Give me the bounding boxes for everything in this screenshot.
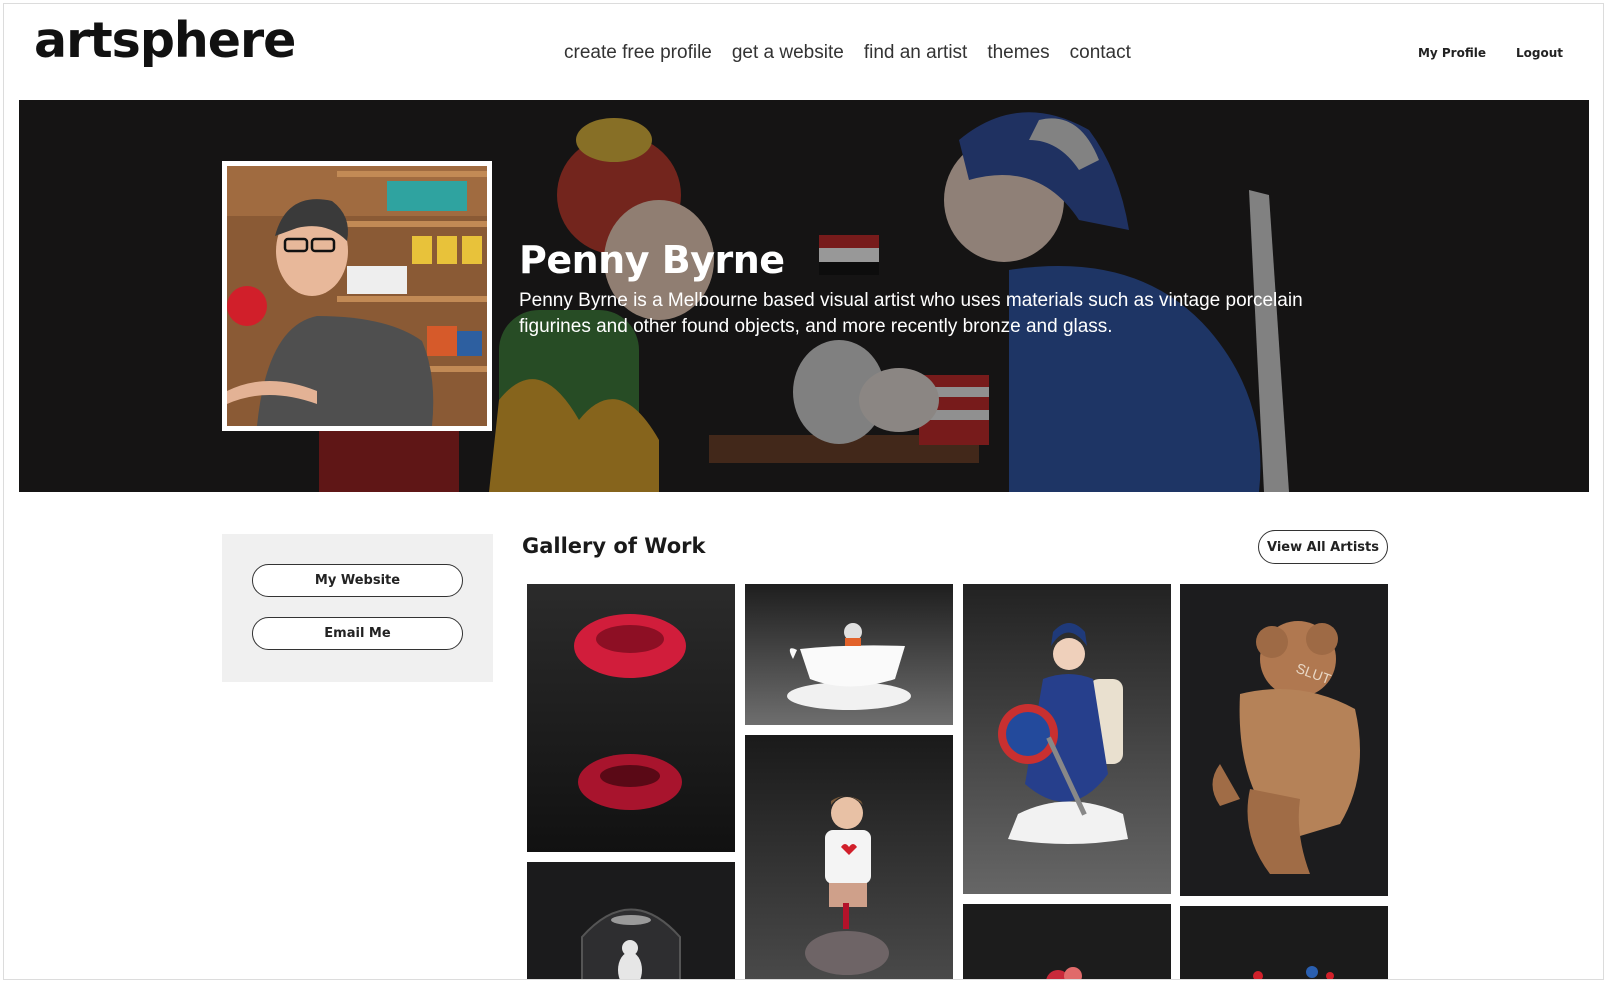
contact-card: My Website Email Me xyxy=(222,534,493,682)
artwork-wonder-woman-image xyxy=(963,584,1171,894)
my-website-button[interactable]: My Website xyxy=(252,564,463,597)
artist-bio: Penny Byrne is a Melbourne based visual … xyxy=(519,289,1303,338)
main-nav: create free profile get a website find a… xyxy=(564,42,1131,64)
gallery-item-gravy-boat[interactable] xyxy=(745,584,953,725)
artwork-bronze-cherub-image: SLUT xyxy=(1180,584,1388,896)
page: artsphere create free profile get a webs… xyxy=(3,3,1604,980)
artist-name: Penny Byrne xyxy=(519,238,785,282)
artwork-gravy-boat-image xyxy=(745,584,953,725)
email-me-button[interactable]: Email Me xyxy=(252,617,463,650)
gallery-item-red-bangles[interactable] xyxy=(527,584,735,852)
gallery-item-wonder-woman-figurine[interactable] xyxy=(963,584,1171,894)
gallery-item-red-tableau[interactable] xyxy=(963,904,1171,979)
gallery-title: Gallery of Work xyxy=(522,534,706,558)
nav-contact[interactable]: contact xyxy=(1070,42,1131,64)
hero-text: Penny Byrne Penny Byrne is a Melbourne b… xyxy=(519,238,1349,341)
view-all-artists-button[interactable]: View All Artists xyxy=(1258,530,1388,564)
account-links: My Profile Logout xyxy=(1418,46,1563,60)
artwork-red-tableau-image xyxy=(963,904,1171,979)
artwork-red-rings-image xyxy=(527,584,735,852)
nav-create-free-profile[interactable]: create free profile xyxy=(564,42,712,64)
artist-photo xyxy=(227,166,487,426)
gallery-item-bronze-cherub[interactable]: SLUT xyxy=(1180,584,1388,896)
gallery-item-dome[interactable] xyxy=(527,862,735,979)
artwork-figurines-lineup-image xyxy=(1180,906,1388,979)
artwork-dome-image xyxy=(527,862,735,979)
gallery-item-figurines-lineup[interactable] xyxy=(1180,906,1388,979)
nav-get-a-website[interactable]: get a website xyxy=(732,42,844,64)
artist-avatar xyxy=(222,161,492,431)
nav-themes[interactable]: themes xyxy=(987,42,1049,64)
artwork-nauru-figurine-image xyxy=(745,735,953,979)
nav-find-an-artist[interactable]: find an artist xyxy=(864,42,968,64)
hero-banner: Penny Byrne Penny Byrne is a Melbourne b… xyxy=(19,100,1589,492)
site-header: artsphere create free profile get a webs… xyxy=(4,4,1603,100)
my-profile-link[interactable]: My Profile xyxy=(1418,46,1486,60)
gallery-item-nauru-figurine[interactable] xyxy=(745,735,953,979)
logout-link[interactable]: Logout xyxy=(1516,46,1563,60)
site-logo[interactable]: artsphere xyxy=(34,12,296,71)
